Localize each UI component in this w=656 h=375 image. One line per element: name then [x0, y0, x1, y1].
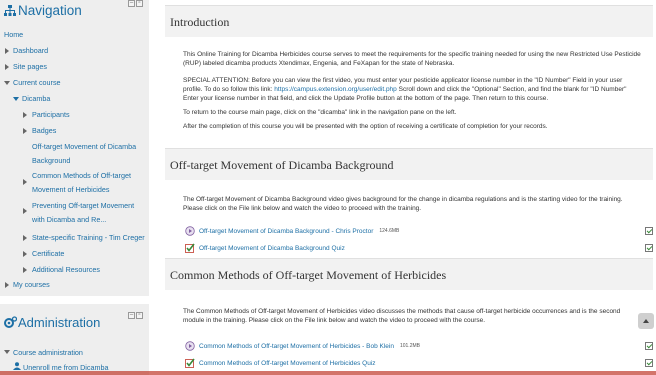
nav-item-background[interactable]: Off-target Movement of Dicamba Backgroun…: [32, 140, 144, 167]
special-attention-label: SPECIAL ATTENTION:: [183, 77, 250, 84]
activity-file-label: Off-target Movement of Dicamba Backgroun…: [199, 227, 374, 235]
dock-icon[interactable]: ▫: [136, 0, 143, 7]
nav-item-participants[interactable]: Participants: [32, 110, 70, 119]
section-title: Off-target Movement of Dicamba Backgroun…: [165, 148, 653, 180]
completion-note: After the completion of this course you …: [183, 123, 548, 130]
nav-item-additional-resources[interactable]: Additional Resources: [32, 265, 100, 274]
section-summary: The Off-target Movement of Dicamba Backg…: [183, 196, 623, 212]
collapse-icon[interactable]: –: [128, 0, 135, 7]
section-summary: This Online Training for Dicamba Herbici…: [165, 37, 653, 131]
navigation-header: Navigation – ▫: [0, 0, 149, 26]
section-title: Common Methods of Off-target Movement of…: [165, 258, 653, 290]
completion-checkbox[interactable]: [645, 359, 653, 367]
file-size: 124.6MB: [379, 228, 400, 234]
left-column: Navigation – ▫ Home Dashboard Site pages…: [0, 0, 149, 375]
profile-link[interactable]: https://campus.extension.org/user/edit.p…: [274, 86, 397, 93]
collapse-icon[interactable]: –: [128, 312, 135, 319]
nav-item-my-courses[interactable]: My courses: [13, 280, 50, 289]
completion-checkbox[interactable]: [645, 244, 653, 252]
caret-right-icon[interactable]: [5, 48, 9, 54]
nav-item-certificate[interactable]: Certificate: [32, 249, 64, 258]
caret-down-icon[interactable]: [4, 350, 10, 354]
section-summary: The Common Methods of Off-target Movemen…: [183, 308, 621, 324]
nav-item-state-specific[interactable]: State-specific Training - Tim Creger: [32, 233, 145, 242]
navigation-controls: – ▫: [128, 0, 143, 7]
special-attention-paragraph: SPECIAL ATTENTION: Before you can view t…: [183, 76, 641, 103]
section-introduction: Introduction This Online Training for Di…: [165, 5, 653, 136]
caret-right-icon[interactable]: [23, 235, 27, 241]
section-background: Off-target Movement of Dicamba Backgroun…: [165, 148, 653, 253]
user-icon: [13, 362, 21, 370]
bottom-edge-bar: [0, 371, 656, 375]
intro-paragraph: This Online Training for Dicamba Herbici…: [183, 51, 641, 67]
course-content: Introduction This Online Training for Di…: [165, 0, 656, 375]
file-size: 101.2MB: [399, 343, 420, 349]
administration-controls: – ▫: [128, 312, 143, 319]
activity-file[interactable]: Common Methods of Off-target Movement of…: [185, 341, 420, 351]
video-file-icon: [185, 226, 195, 236]
caret-right-icon[interactable]: [23, 208, 27, 214]
sitemap-icon: [4, 5, 16, 16]
scroll-to-top-button[interactable]: [638, 313, 654, 329]
caret-right-icon[interactable]: [23, 128, 27, 134]
nav-item-dicamba[interactable]: Dicamba: [22, 94, 50, 103]
return-instruction: To return to the course main page, click…: [183, 109, 457, 116]
caret-down-icon[interactable]: [13, 97, 19, 101]
quiz-icon: [185, 243, 195, 253]
caret-right-icon[interactable]: [5, 282, 9, 288]
nav-item-dashboard[interactable]: Dashboard: [13, 46, 48, 55]
caret-right-icon[interactable]: [23, 267, 27, 273]
activity-file[interactable]: Off-target Movement of Dicamba Backgroun…: [185, 226, 399, 236]
dock-icon[interactable]: ▫: [136, 312, 143, 319]
section-common-methods: Common Methods of Off-target Movement of…: [165, 258, 653, 368]
gears-icon: [4, 316, 17, 328]
nav-item-common-methods[interactable]: Common Methods of Off-target Movement of…: [32, 169, 144, 196]
administration-title: Administration: [18, 315, 101, 330]
activity-quiz-label: Off-target Movement of Dicamba Backgroun…: [199, 244, 345, 252]
caret-right-icon[interactable]: [23, 112, 27, 118]
activity-file-label: Common Methods of Off-target Movement of…: [199, 342, 394, 350]
caret-right-icon[interactable]: [5, 64, 9, 70]
nav-item-site-pages[interactable]: Site pages: [13, 62, 47, 71]
caret-right-icon[interactable]: [23, 179, 27, 185]
activity-quiz[interactable]: Off-target Movement of Dicamba Backgroun…: [185, 243, 345, 253]
completion-checkbox[interactable]: [645, 342, 653, 350]
navigation-block: Navigation – ▫ Home Dashboard Site pages…: [0, 0, 149, 296]
quiz-icon: [185, 358, 195, 368]
nav-item-badges[interactable]: Badges: [32, 126, 56, 135]
activity-quiz-label: Common Methods of Off-target Movement of…: [199, 359, 376, 367]
administration-block: Administration – ▫ Course administration…: [0, 304, 149, 375]
caret-down-icon[interactable]: [4, 81, 10, 85]
activity-quiz[interactable]: Common Methods of Off-target Movement of…: [185, 358, 376, 368]
section-title: Introduction: [165, 5, 653, 37]
caret-right-icon[interactable]: [23, 251, 27, 257]
completion-checkbox[interactable]: [645, 227, 653, 235]
navigation-title: Navigation: [18, 3, 82, 18]
video-file-icon: [185, 341, 195, 351]
nav-item-preventing[interactable]: Preventing Off-target Movement with Dica…: [32, 199, 144, 226]
nav-item-home[interactable]: Home: [4, 30, 23, 39]
nav-item-current-course[interactable]: Current course: [13, 78, 61, 87]
admin-item-course-administration[interactable]: Course administration: [13, 348, 83, 357]
